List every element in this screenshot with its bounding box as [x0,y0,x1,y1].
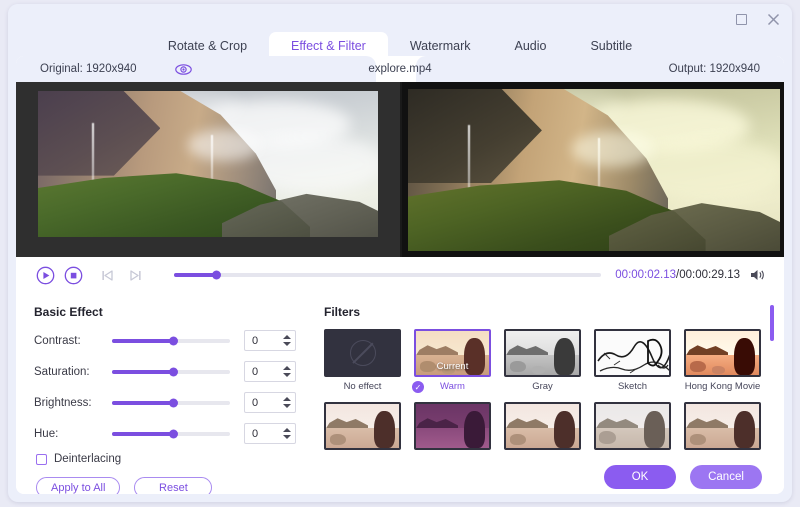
stop-icon[interactable] [62,264,84,286]
output-resolution-pill: Output: 1920x940 [416,56,784,82]
original-scene [38,91,378,237]
output-video-frame [408,89,780,251]
editor-window: Rotate & Crop Effect & Filter Watermark … [8,4,792,502]
maximize-icon [735,13,747,25]
filters-scrollbar-thumb[interactable] [770,305,774,341]
dialog-footer: OK Cancel [16,458,792,496]
eye-icon[interactable] [174,63,192,75]
filter-item-10[interactable] [684,402,761,454]
saturation-slider[interactable] [112,367,230,376]
close-icon [767,13,779,25]
filter-item-6[interactable] [324,402,401,454]
filter-item-sketch[interactable]: Sketch [594,329,671,392]
filters-title: Filters [324,305,361,319]
brightness-label: Brightness: [34,396,92,409]
seek-handle[interactable] [212,270,222,280]
filter-thumb-10 [684,402,761,450]
hue-value: 0 [252,427,259,440]
filter-thumb-warm: Current [414,329,491,377]
brightness-value: 0 [252,396,259,409]
contrast-stepper[interactable] [283,331,291,350]
filter-label-hong-kong-movie: Hong Kong Movie [684,381,761,392]
filter-label-no-effect: No effect [343,381,382,392]
play-icon[interactable] [34,264,56,286]
original-preview[interactable] [16,82,400,257]
preview-area [16,82,784,257]
basic-effect-title: Basic Effect [34,305,103,319]
saturation-value: 0 [252,365,259,378]
maximize-button[interactable] [732,10,750,28]
original-resolution-pill: Original: 1920x940 [16,56,376,82]
brightness-slider[interactable] [112,398,230,407]
editor-card: Original: 1920x940 Output: 1920x940 expl… [16,56,784,494]
original-resolution-label: Original: 1920x940 [40,63,137,75]
saturation-input[interactable]: 0 [244,361,296,382]
filter-thumb-no-effect [324,329,401,377]
brightness-input[interactable]: 0 [244,392,296,413]
volume-icon[interactable] [750,268,766,282]
filter-label-gray: Gray [532,381,553,392]
contrast-slider[interactable] [112,336,230,345]
contrast-value: 0 [252,334,259,347]
filter-thumb-8 [504,402,581,450]
filter-item-8[interactable] [504,402,581,454]
hue-input[interactable]: 0 [244,423,296,444]
filter-thumb-6 [324,402,401,450]
output-preview[interactable] [400,82,784,257]
app-root: Rotate & Crop Effect & Filter Watermark … [0,0,800,507]
contrast-label: Contrast: [34,334,81,347]
brightness-stepper[interactable] [283,393,291,412]
filter-item-no-effect[interactable]: No effect [324,329,401,392]
filter-thumb-9 [594,402,671,450]
resolution-bar: Original: 1920x940 Output: 1920x940 expl… [16,56,784,82]
window-controls [732,10,782,28]
previous-frame-icon[interactable] [96,264,118,286]
filter-current-badge: Current [436,361,469,372]
output-resolution-label: Output: 1920x940 [668,63,760,75]
hue-label: Hue: [34,427,59,440]
ok-button[interactable]: OK [604,465,676,489]
seek-fill [174,273,217,277]
filter-item-gray[interactable]: Gray [504,329,581,392]
filter-thumb-7 [414,402,491,450]
close-button[interactable] [764,10,782,28]
saturation-row: Saturation: 0 [34,360,312,383]
time-display: 00:00:02.13/00:00:29.13 [615,269,740,281]
saturation-label: Saturation: [34,365,90,378]
total-time: /00:00:29.13 [676,269,740,281]
no-effect-icon [326,331,399,375]
filter-item-hong-kong-movie[interactable]: Hong Kong Movie [684,329,761,392]
hue-stepper[interactable] [283,424,291,443]
filter-thumb-hong-kong-movie [684,329,761,377]
filter-label-sketch: Sketch [617,381,648,392]
current-time: 00:00:02.13 [615,269,677,281]
filter-thumb-sketch [594,329,671,377]
seek-slider[interactable] [174,270,602,280]
player-bar: 00:00:02.13/00:00:29.13 [16,257,784,293]
original-video-frame [38,91,378,237]
filter-item-9[interactable] [594,402,671,454]
saturation-stepper[interactable] [283,362,291,381]
filter-selected-check-icon: ✓ [412,381,424,393]
filter-thumb-gray [504,329,581,377]
hue-slider[interactable] [112,429,230,438]
filter-label-warm: Warm [440,381,465,392]
contrast-row: Contrast: 0 [34,329,312,352]
filtered-scene [408,89,780,251]
filter-item-7[interactable] [414,402,491,454]
brightness-row: Brightness: 0 [34,391,312,414]
cancel-button[interactable]: Cancel [690,465,762,489]
contrast-input[interactable]: 0 [244,330,296,351]
filter-item-warm[interactable]: Current ✓ Warm [412,329,491,393]
next-frame-icon[interactable] [124,264,146,286]
filters-scrollbar[interactable] [770,305,774,445]
hue-row: Hue: 0 [34,422,312,445]
filters-grid: No effect Current ✓ Warm Gray Sketch Hon… [324,329,764,454]
